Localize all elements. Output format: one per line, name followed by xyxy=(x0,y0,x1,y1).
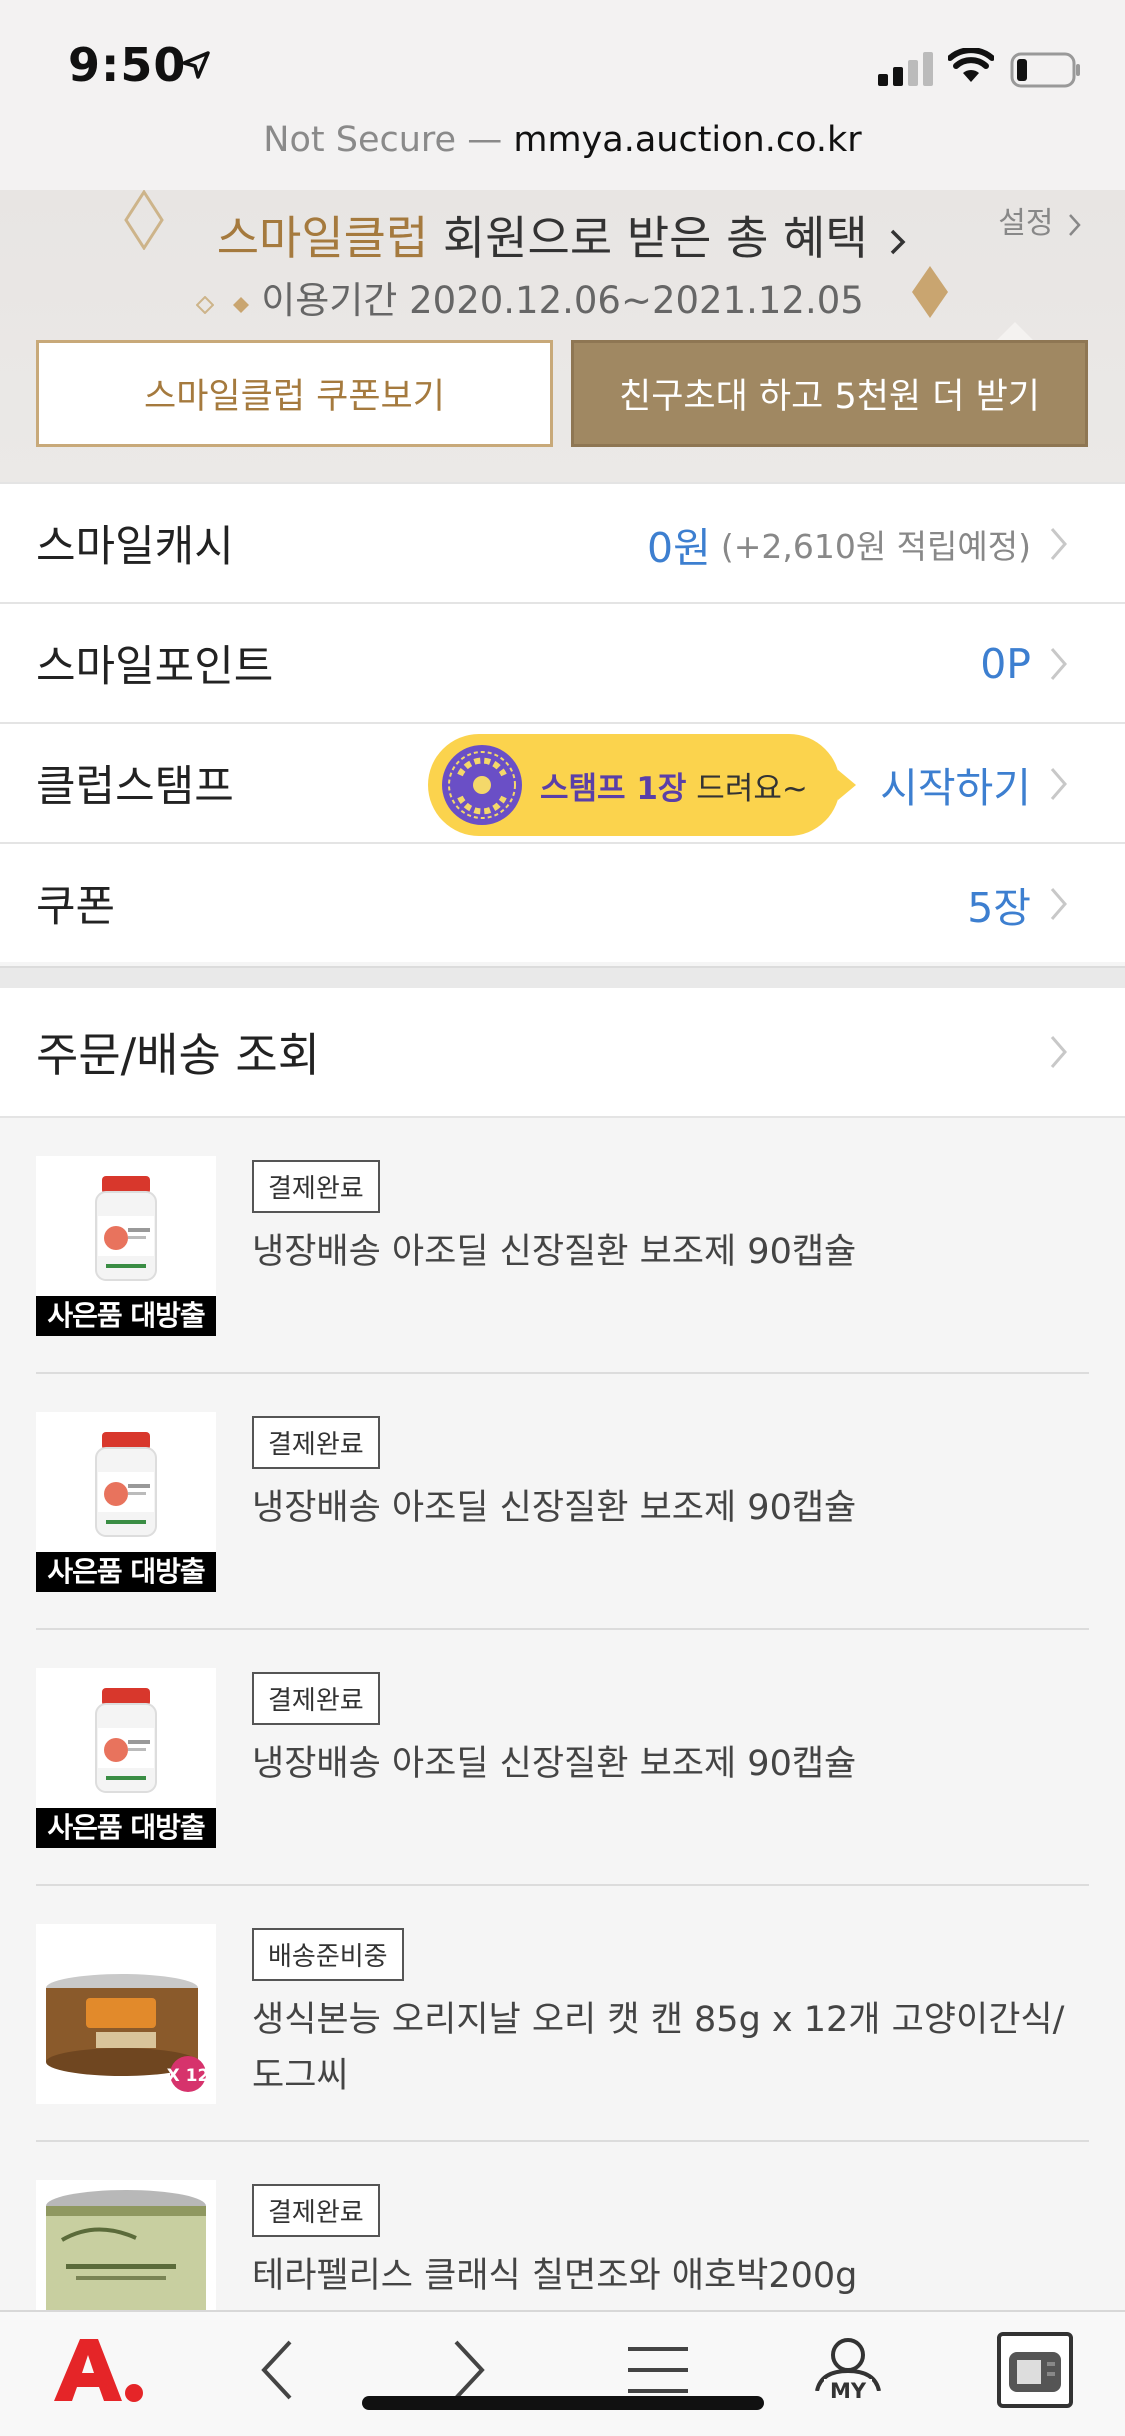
chevron-right-icon xyxy=(891,229,906,254)
my-label: MY xyxy=(823,2379,873,2403)
url-host: mmya.auction.co.kr xyxy=(513,120,862,160)
smile-cash-label: 스마일캐시 xyxy=(36,522,234,572)
recent-item-button[interactable] xyxy=(994,2330,1076,2410)
hamburger-menu-icon xyxy=(628,2347,688,2393)
product-thumbnail[interactable]: 사은품 대방출 xyxy=(36,1412,216,1592)
promo-banner: 사은품 대방출 xyxy=(36,1296,216,1336)
coupon-label: 쿠폰 xyxy=(36,882,116,932)
club-stamp-badge-icon xyxy=(442,745,522,825)
benefits-title-text: 회원으로 받은 총 혜택 xyxy=(428,211,868,265)
smile-point-label: 스마일포인트 xyxy=(36,642,274,692)
order-item[interactable]: 사은품 대방출 결제완료 냉장배송 아조딜 신장질환 보조제 90캡슐 xyxy=(36,1630,1089,1886)
product-thumbnail[interactable]: 사은품 대방출 xyxy=(36,1156,216,1336)
chevron-right-icon xyxy=(1050,648,1067,680)
settings-label: 설정 xyxy=(998,206,1054,241)
supplement-bottle-image xyxy=(95,1176,157,1281)
chevron-right-icon xyxy=(1069,213,1081,236)
smile-club-brand: 스마일클럽 xyxy=(216,211,429,265)
coupon-row[interactable]: 쿠폰 5장 xyxy=(0,842,1125,962)
order-delivery-header[interactable]: 주문/배송 조회 xyxy=(0,988,1125,1118)
club-stamp-start[interactable]: 시작하기 xyxy=(880,754,1031,814)
wifi-icon xyxy=(948,48,994,82)
order-product-title[interactable]: 테라펠리스 클래식 칠면조와 애호박200g xyxy=(252,2248,1082,2304)
auction-logo-icon xyxy=(54,2339,143,2402)
chevron-right-icon xyxy=(1050,888,1067,920)
supplement-bottle-image xyxy=(95,1688,157,1793)
section-divider xyxy=(0,966,1125,988)
smile-club-benefits-title[interactable]: 스마일클럽 회원으로 받은 총 혜택 xyxy=(0,202,1125,268)
product-thumbnail[interactable]: 사은품 대방출 xyxy=(36,1668,216,1848)
promo-banner: 사은품 대방출 xyxy=(36,1808,216,1848)
cat-food-can-image: X 12 xyxy=(46,1974,210,2092)
chevron-right-icon xyxy=(1050,768,1067,800)
club-stamp-label: 클럽스탬프 xyxy=(36,762,234,812)
order-status-badge: 결제완료 xyxy=(252,2184,380,2237)
stamp-tooltip-text: 스탬프 1장 드려요~ xyxy=(540,763,808,808)
order-product-title[interactable]: 냉장배송 아조딜 신장질환 보조제 90캡슐 xyxy=(252,1736,1082,1792)
my-page-button[interactable]: MY xyxy=(800,2330,896,2410)
smile-cash-pending: (+2,610원 적립예정) xyxy=(720,527,1031,566)
chevron-right-icon xyxy=(1050,1036,1067,1068)
order-item[interactable]: 결제완료 테라펠리스 클래식 칠면조와 애호박200g xyxy=(36,2142,1089,2318)
bottom-navigation: MY xyxy=(0,2310,1125,2436)
quantity-badge: X 12 xyxy=(167,2066,210,2086)
order-status-badge: 배송준비중 xyxy=(252,1928,404,1981)
stamp-tooltip: 스탬프 1장 드려요~ xyxy=(428,734,856,836)
order-status-badge: 결제완료 xyxy=(252,1416,380,1469)
chevron-right-icon xyxy=(1050,528,1067,560)
status-time: 9:50 xyxy=(68,38,187,92)
location-arrow-icon xyxy=(182,51,210,79)
order-status-badge: 결제완료 xyxy=(252,1160,380,1213)
pet-carrier-image xyxy=(997,2332,1073,2408)
order-product-title[interactable]: 냉장배송 아조딜 신장질환 보조제 90캡슐 xyxy=(252,1480,1082,1536)
supplement-bottle-image xyxy=(95,1432,157,1537)
order-status-badge: 결제완료 xyxy=(252,1672,380,1725)
invite-friend-button[interactable]: 친구초대 하고 5천원 더 받기 xyxy=(571,340,1088,447)
order-delivery-title: 주문/배송 조회 xyxy=(36,1028,321,1082)
chevron-right-icon xyxy=(454,2340,485,2400)
membership-period: 이용기간 2020.12.06~2021.12.05 xyxy=(261,279,864,322)
home-indicator xyxy=(362,2396,764,2410)
order-product-title[interactable]: 냉장배송 아조딜 신장질환 보조제 90캡슐 xyxy=(252,1224,1082,1280)
benefit-list: 스마일캐시 0원 (+2,610원 적립예정) 스마일포인트 0P 클럽스탬프 … xyxy=(0,482,1125,962)
status-bar: 9:50 xyxy=(0,0,1125,120)
stamp-tooltip-strong: 스탬프 1장 xyxy=(540,770,687,807)
battery-icon xyxy=(1010,52,1080,88)
smile-club-banner: 스마일클럽 회원으로 받은 총 혜택 설정 이용기간 2020.12.06~20… xyxy=(0,190,1125,482)
order-product-title[interactable]: 생식본능 오리지날 오리 캣 캔 85g x 12개 고양이간식/도그씨 xyxy=(252,1992,1082,2104)
stamp-tooltip-rest: 드려요~ xyxy=(686,770,808,807)
cellular-signal-icon xyxy=(878,52,933,86)
view-club-coupons-button[interactable]: 스마일클럽 쿠폰보기 xyxy=(36,340,553,447)
terra-faelis-can-image xyxy=(46,2190,206,2318)
order-item[interactable]: 사은품 대방출 결제완료 냉장배송 아조딜 신장질환 보조제 90캡슐 xyxy=(36,1118,1089,1374)
back-button[interactable] xyxy=(238,2330,318,2410)
product-thumbnail[interactable] xyxy=(36,2180,216,2318)
club-stamp-row[interactable]: 클럽스탬프 스탬프 1장 드려요~ 시작하기 xyxy=(0,722,1125,842)
promo-banner: 사은품 대방출 xyxy=(36,1552,216,1592)
address-bar[interactable]: Not Secure — mmya.auction.co.kr xyxy=(0,110,1125,190)
coupon-count: 5장 xyxy=(967,884,1031,932)
chevron-left-icon xyxy=(261,2340,292,2400)
smile-cash-value: 0원 xyxy=(647,524,711,572)
product-thumbnail[interactable]: X 12 xyxy=(36,1924,216,2104)
not-secure-label: Not Secure — xyxy=(263,120,503,160)
smile-cash-row[interactable]: 스마일캐시 0원 (+2,610원 적립예정) xyxy=(0,482,1125,602)
order-item[interactable]: 사은품 대방출 결제완료 냉장배송 아조딜 신장질환 보조제 90캡슐 xyxy=(36,1374,1089,1630)
order-item[interactable]: X 12 배송준비중 생식본능 오리지날 오리 캣 캔 85g x 12개 고양… xyxy=(36,1886,1089,2142)
smile-point-row[interactable]: 스마일포인트 0P xyxy=(0,602,1125,722)
order-list: 사은품 대방출 결제완료 냉장배송 아조딜 신장질환 보조제 90캡슐 사은품 … xyxy=(0,1118,1125,2318)
smile-point-value: 0P xyxy=(980,640,1031,688)
auction-home-button[interactable] xyxy=(48,2330,148,2410)
settings-link[interactable]: 설정 xyxy=(998,198,1083,242)
